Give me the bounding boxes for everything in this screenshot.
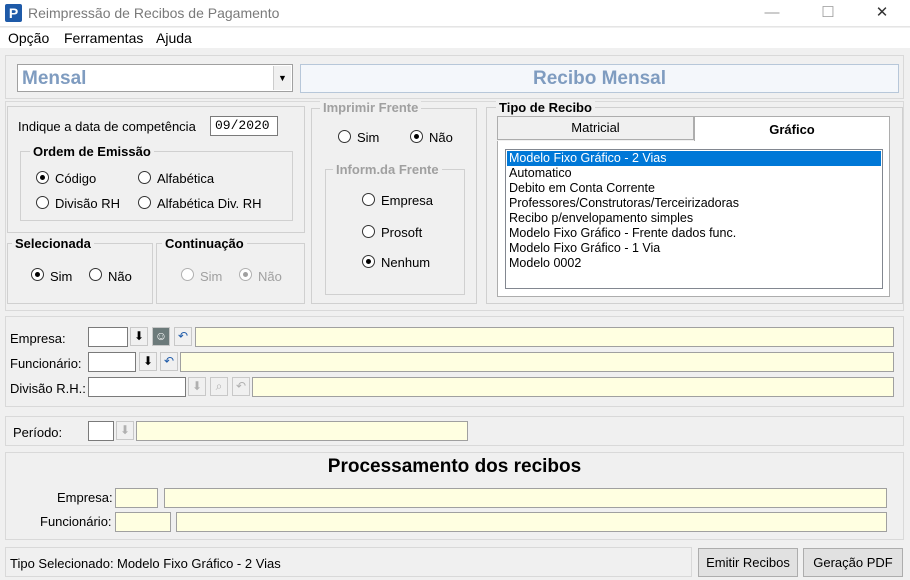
undo-icon[interactable]: ↶ [174, 327, 192, 346]
frente-sim-label: Sim [357, 130, 380, 145]
continuacao-nao-label: Não [258, 269, 282, 284]
radio-ordem-alfabetica[interactable] [138, 171, 151, 184]
ordem-alfabetica-div-label: Alfabética Div. RH [157, 196, 262, 211]
radio-ordem-divisao[interactable] [36, 196, 49, 209]
radio-inform-nenhum[interactable] [362, 255, 375, 268]
proc-empresa-code-field [115, 488, 158, 508]
empresa-label: Empresa: [10, 331, 66, 346]
search-person-icon[interactable]: ☺ [152, 327, 170, 346]
inform-prosoft-label: Prosoft [381, 225, 423, 240]
radio-inform-empresa[interactable] [362, 193, 375, 206]
empresa-code-input[interactable] [88, 327, 128, 347]
selecionada-nao-label: Não [108, 269, 132, 284]
ordem-codigo-label: Código [55, 171, 97, 186]
list-item[interactable]: Modelo 0002 [507, 256, 881, 271]
list-item[interactable]: Professores/Construtoras/Terceirizadoras [507, 196, 881, 211]
competencia-label: Indique a data de competência [18, 119, 196, 134]
continuacao-title: Continuação [162, 236, 247, 251]
divisao-name-field [252, 377, 894, 397]
inform-nenhum-label: Nenhum [381, 255, 431, 270]
menu-opcao[interactable]: Opção [8, 30, 49, 46]
radio-inform-prosoft[interactable] [362, 225, 375, 238]
imprimir-frente-title: Imprimir Frente [320, 100, 422, 115]
inform-frente-title: Inform.da Frente [333, 162, 442, 177]
mode-select-value: Mensal [22, 68, 87, 89]
ordem-divisao-label: Divisão RH [55, 196, 121, 211]
list-item[interactable]: Modelo Fixo Gráfico - 2 Vias [507, 151, 881, 166]
periodo-label: Período: [13, 425, 63, 440]
download-icon[interactable]: ⬇ [116, 421, 134, 440]
competencia-input[interactable]: 09/2020 [210, 116, 278, 136]
radio-continuacao-sim[interactable] [181, 268, 194, 281]
download-icon[interactable]: ⬇ [139, 352, 157, 371]
funcionario-code-input[interactable] [88, 352, 136, 372]
divisao-label: Divisão R.H.: [10, 381, 86, 396]
periodo-name-field [136, 421, 468, 441]
mode-select[interactable]: Mensal ▼ [17, 64, 293, 92]
minimize-button[interactable]: — [752, 2, 792, 24]
undo-icon[interactable]: ↶ [232, 377, 250, 396]
funcionario-label: Funcionário: [10, 356, 82, 371]
window-title: Reimpressão de Recibos de Pagamento [28, 5, 280, 21]
list-item[interactable]: Modelo Fixo Gráfico - 1 Via [507, 241, 881, 256]
menu-bar: Opção Ferramentas Ajuda [0, 28, 910, 48]
proc-funcionario-name-field [176, 512, 887, 532]
status-label: Tipo Selecionado: [10, 556, 114, 571]
processamento-title: Processamento dos recibos [327, 456, 582, 477]
tab-grafico[interactable]: Gráfico [694, 116, 890, 142]
tab-matricial[interactable]: Matricial [497, 116, 694, 140]
maximize-button[interactable]: ☐ [808, 2, 848, 24]
radio-frente-nao[interactable] [410, 130, 423, 143]
radio-frente-sim[interactable] [338, 130, 351, 143]
tipo-recibo-title: Tipo de Recibo [496, 100, 595, 115]
list-item[interactable]: Automatico [507, 166, 881, 181]
empresa-name-field [195, 327, 894, 347]
list-item[interactable]: Debito em Conta Corrente [507, 181, 881, 196]
close-button[interactable]: ✕ [862, 2, 902, 24]
frente-nao-label: Não [429, 130, 453, 145]
radio-selecionada-sim[interactable] [31, 268, 44, 281]
divisao-code-input[interactable] [88, 377, 186, 397]
inform-empresa-label: Empresa [381, 193, 434, 208]
radio-ordem-codigo[interactable] [36, 171, 49, 184]
banner-title: Recibo Mensal [300, 64, 899, 93]
top-panel: Mensal ▼ Recibo Mensal [5, 55, 904, 99]
download-icon[interactable]: ⬇ [188, 377, 206, 396]
proc-funcionario-label: Funcionário: [40, 514, 112, 529]
undo-icon[interactable]: ↶ [160, 352, 178, 371]
selecionada-sim-label: Sim [50, 269, 73, 284]
continuacao-group [156, 243, 305, 304]
emitir-recibos-button[interactable]: Emitir Recibos [698, 548, 798, 577]
proc-empresa-label: Empresa: [57, 490, 113, 505]
menu-ferramentas[interactable]: Ferramentas [64, 30, 143, 46]
proc-empresa-name-field [164, 488, 887, 508]
chevron-down-icon[interactable]: ▼ [273, 66, 291, 90]
list-item[interactable]: Modelo Fixo Gráfico - Frente dados func. [507, 226, 881, 241]
menu-ajuda[interactable]: Ajuda [156, 30, 192, 46]
tab-matricial-label: Matricial [571, 120, 620, 135]
funcionario-name-field [180, 352, 894, 372]
continuacao-sim-label: Sim [200, 269, 223, 284]
geracao-pdf-button[interactable]: Geração PDF [803, 548, 903, 577]
radio-ordem-alfabetica-div[interactable] [138, 196, 151, 209]
proc-funcionario-code-field [115, 512, 171, 532]
selecionada-title: Selecionada [12, 236, 94, 251]
search-icon[interactable]: ⌕ [210, 377, 228, 396]
app-icon: P [5, 4, 22, 22]
ordem-title: Ordem de Emissão [30, 144, 154, 159]
tab-grafico-label: Gráfico [769, 122, 815, 137]
download-icon[interactable]: ⬇ [130, 327, 148, 346]
radio-selecionada-nao[interactable] [89, 268, 102, 281]
periodo-code-input[interactable] [88, 421, 114, 441]
recibo-list[interactable]: Modelo Fixo Gráfico - 2 Vias Automatico De… [505, 149, 883, 289]
radio-continuacao-nao[interactable] [239, 268, 252, 281]
title-bar: P Reimpressão de Recibos de Pagamento — … [0, 0, 910, 27]
status-value: Modelo Fixo Gráfico - 2 Vias [117, 556, 281, 571]
ordem-alfabetica-label: Alfabética [157, 171, 215, 186]
list-item[interactable]: Recibo p/envelopamento simples [507, 211, 881, 226]
